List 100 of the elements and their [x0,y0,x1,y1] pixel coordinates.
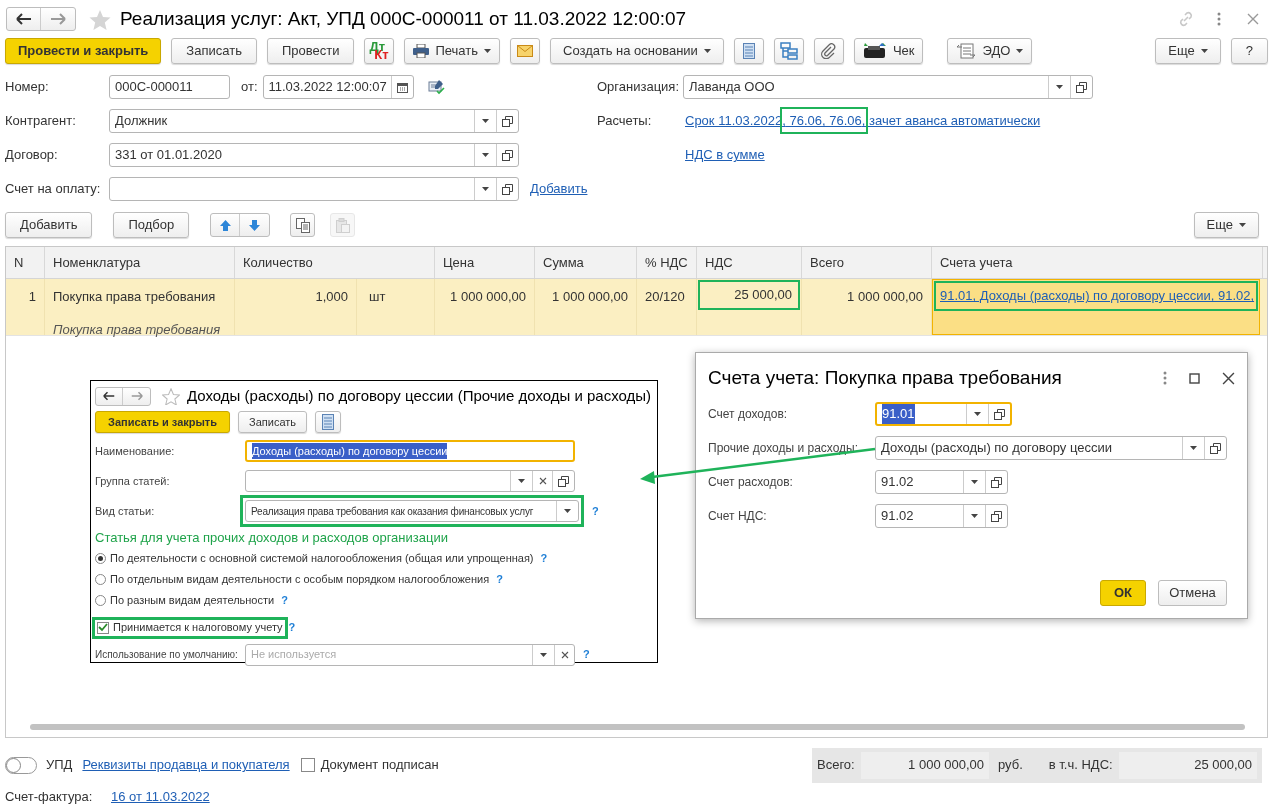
date-field[interactable]: 11.03.2022 12:00:07 [262,75,414,99]
field-label: Счет на оплату: [5,180,102,199]
attach-button[interactable] [813,38,844,64]
button[interactable]: Провести [266,38,355,64]
caret-icon [482,153,489,157]
add-link[interactable]: Добавить [530,179,588,199]
caret-icon [1016,49,1024,53]
help-link[interactable]: ? [540,549,548,567]
requisites-link[interactable]: Реквизиты продавца и покупателя [82,755,290,775]
column-header: Всего [802,247,932,278]
open-window-icon [502,149,513,161]
button[interactable]: Записать [238,411,308,433]
paperclip-icon [821,43,837,59]
checkbox[interactable] [97,621,109,634]
button[interactable]: Добавить [5,212,93,238]
field-label: Счет расходов: [708,474,794,491]
checkbox-label: Принимается к налоговому учету [113,620,283,636]
column-header: Сумма [535,247,637,278]
counterparty-field[interactable]: Должник [109,109,519,133]
list-button[interactable] [733,38,764,64]
close-icon[interactable] [1222,371,1235,385]
field-label: Наименование: [95,443,176,459]
account-field[interactable]: Доходы (расходы) по договору цессии [875,436,1227,460]
table-cell-text: 1,000 [315,288,348,306]
caret-icon [540,652,547,657]
structure-button[interactable] [773,38,804,64]
caret-icon [1200,49,1208,53]
organization-field[interactable]: Лаванда ООО [683,75,1093,99]
section-title: Статья для учета прочих доходов и расходов организации [95,529,449,547]
account-field[interactable]: 91.01 [875,402,1012,426]
contract-field[interactable]: 331 от 01.01.2020 [109,143,519,167]
toggle-switch[interactable] [5,756,37,774]
vat-link[interactable]: НДС в сумме [685,145,765,165]
star-icon[interactable] [162,387,180,405]
calendar-icon [396,81,408,93]
group-field[interactable] [245,470,575,492]
field-label: Вид статьи: [95,503,156,519]
checkbox[interactable] [300,758,315,772]
dropdown-button[interactable]: Создать на основании [550,38,724,64]
radio-button[interactable] [95,573,106,585]
star-icon[interactable] [89,8,111,30]
number-field[interactable]: 000С-000011 [109,75,230,99]
radio-label: По отдельным видам деятельности с особым порядком налогообложения [110,571,490,587]
caret-icon [971,514,978,518]
print-button[interactable]: Печать [404,38,500,64]
dropdown-button[interactable]: Еще [1193,212,1259,238]
caret-icon [482,187,489,191]
table-cell-text: 20/120 [645,288,685,306]
column-header: НДС [697,247,802,278]
column-header: % НДС [637,247,697,278]
more-icon[interactable] [1163,371,1167,385]
radio-button[interactable] [95,552,106,564]
help-link[interactable]: ? [281,591,288,609]
field-label: Организация: [597,78,681,97]
button[interactable]: Подбор [113,212,190,238]
edo-button[interactable]: ЭДО [947,38,1033,64]
primary-button[interactable]: Провести и закрыть [5,38,162,64]
maximize-icon[interactable] [1189,372,1200,384]
more-icon[interactable] [1217,12,1221,26]
open-window-icon [1210,442,1221,454]
help-link[interactable]: ? [288,619,296,636]
help-link[interactable]: ? [583,646,590,663]
open-window-icon [991,476,1002,488]
help-link[interactable]: ? [496,570,503,588]
printer-icon [413,44,430,58]
radio-button[interactable] [95,594,106,606]
help-link[interactable]: ? [592,502,599,520]
cancel-button[interactable]: Отмена [1158,580,1227,606]
horizontal-scrollbar[interactable] [30,724,1245,730]
account-field[interactable]: 91.02 [875,504,1008,528]
name-field[interactable]: Доходы (расходы) по договору цессии [245,440,575,462]
dialog-title: Счета учета: Покупка права требования [708,365,1062,390]
list-button[interactable] [315,411,342,433]
radio-label: По разным видам деятельности [110,592,275,608]
field-label: УПД [46,756,73,775]
invoice-field[interactable] [109,177,519,201]
total-value: 1 000 000,00 [861,751,989,779]
column-header: Номенклатура [45,247,235,278]
field-label: Номер: [5,78,50,97]
edit-document-icon[interactable] [427,79,446,95]
account-field[interactable]: 91.02 [875,470,1008,494]
primary-button[interactable]: Записать и закрыть [95,411,231,433]
ok-button[interactable]: ОК [1100,580,1146,606]
caret-icon [974,412,981,416]
button[interactable]: ? [1230,38,1268,64]
invoice-link[interactable]: 16 от 11.03.2022 [111,787,210,807]
button[interactable]: Записать [171,38,257,64]
mail-button[interactable] [510,38,540,64]
dropdown-button[interactable]: Еще [1155,38,1221,64]
receipt-printer-icon [862,42,887,60]
up-arrow-icon [218,218,232,232]
receipt-button[interactable]: Чек [853,38,924,64]
field-label: в т.ч. НДС: [1048,756,1113,775]
debit-credit-button[interactable]: Дт Кт [364,38,395,64]
form-title: Доходы (расходы) по договору цессии (Прочие доходы и расходы) [187,385,652,406]
copy-button[interactable] [290,213,316,237]
item-type-field[interactable]: Реализация права требования как оказания финансовых услуг [245,500,579,522]
forward-arrow-icon [130,390,143,402]
caret-icon [703,49,711,53]
list-icon [742,43,755,59]
